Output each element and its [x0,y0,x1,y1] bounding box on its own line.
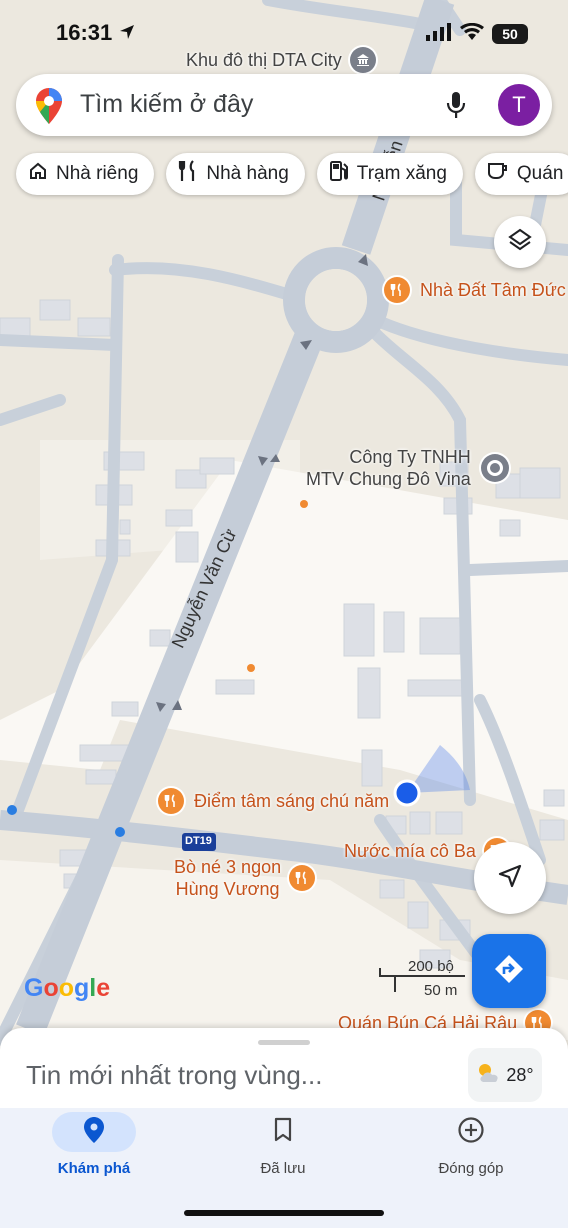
route-badge-dt19: DT19 [185,835,212,847]
gas-station-icon [329,160,349,188]
home-icon [28,161,48,187]
wifi-icon [460,22,484,46]
chip-label: Nhà hàng [206,163,289,184]
poi-nha-dat-tam-duc[interactable]: Nhà Đất Tâm Đức [384,277,566,303]
google-logo: Google [24,974,111,1002]
place-name-line2: MTV Chung Đô Vina [306,469,471,489]
layers-button[interactable] [494,216,546,268]
category-chips: Nhà riêng Nhà hàng Trạm xăng Quán [16,153,568,195]
time-text: 16:31 [56,20,113,45]
navigation-arrow-icon [496,862,524,895]
my-location-button[interactable] [474,842,546,914]
nav-explore[interactable]: Khám phá [29,1108,159,1208]
my-location-dot [393,779,421,807]
restaurant-icon [178,160,198,188]
battery-indicator: 50 [492,24,528,44]
place-label-dta-city[interactable]: Khu đô thị DTA City [186,47,376,73]
nav-pill [429,1112,513,1152]
nav-pill [241,1112,325,1152]
restaurant-icon [289,865,316,891]
location-arrow-icon [118,21,136,47]
poi-diem-tam-sang[interactable]: Điểm tâm sáng chú năm [158,788,389,814]
cafe-icon [487,161,509,187]
chip-label: Nhà riêng [56,163,139,184]
poi-label-line1: Bò né 3 ngon [174,857,282,877]
directions-button[interactable] [472,934,546,1008]
chip-home[interactable]: Nhà riêng [16,153,155,195]
microphone-icon[interactable] [444,90,468,125]
building-icon [349,47,376,73]
nav-label: Đóng góp [438,1160,504,1177]
weather-chip[interactable]: 28° [468,1048,542,1102]
nav-saved[interactable]: Đã lưu [218,1108,348,1208]
scale-metric: 50 m [424,982,458,999]
poi-label: Điểm tâm sáng chú năm [194,791,390,811]
chip-gas-stations[interactable]: Trạm xăng [316,153,463,195]
layers-icon [507,227,533,258]
home-indicator[interactable] [184,1210,384,1216]
chip-label: Trạm xăng [356,163,447,184]
chip-restaurants[interactable]: Nhà hàng [166,153,305,195]
avatar[interactable]: T [498,84,540,126]
latest-news-text[interactable]: Tin mới nhất trong vùng... [26,1060,322,1091]
status-icons: 50 [426,22,528,46]
place-name: Khu đô thị DTA City [186,50,342,70]
place-name-line1: Công Ty TNHH [349,447,471,467]
restaurant-icon [384,277,410,303]
search-bar[interactable]: Tìm kiếm ở đây T [16,74,552,136]
nav-label: Đã lưu [260,1160,306,1177]
poi-label: Nhà Đất Tâm Đức [420,280,566,300]
sheet-drag-handle[interactable] [258,1040,310,1045]
bookmark-icon [272,1117,294,1148]
poi-bo-ne[interactable]: Bò né 3 ngon Hùng Vương [174,856,316,900]
partly-cloudy-icon [476,1062,502,1089]
temperature: 28° [506,1064,534,1085]
place-label-cong-ty[interactable]: Công Ty TNHH MTV Chung Đô Vina [306,446,471,490]
restaurant-icon [158,788,184,814]
poi-label: Bò né 3 ngon Hùng Vương [174,856,281,900]
add-circle-icon [457,1116,485,1149]
directions-icon [492,952,526,991]
pin-icon[interactable] [481,454,509,482]
search-input[interactable]: Tìm kiếm ở đây [80,90,253,119]
signal-icon [426,22,452,46]
maps-pin-logo-icon [36,88,62,129]
nav-label: Khám phá [57,1160,131,1177]
nav-active-pill [52,1112,136,1152]
nav-contribute[interactable]: Đóng góp [406,1108,536,1208]
poi-label-line2: Hùng Vương [175,879,280,899]
chip-label: Quán [516,163,564,184]
poi-label: Nước mía cô Ba [344,841,476,861]
explore-pin-icon [83,1116,105,1149]
chip-cafes[interactable]: Quán [474,153,568,195]
status-time: 16:31 [56,20,136,47]
scale-imperial: 200 bộ [408,958,454,975]
